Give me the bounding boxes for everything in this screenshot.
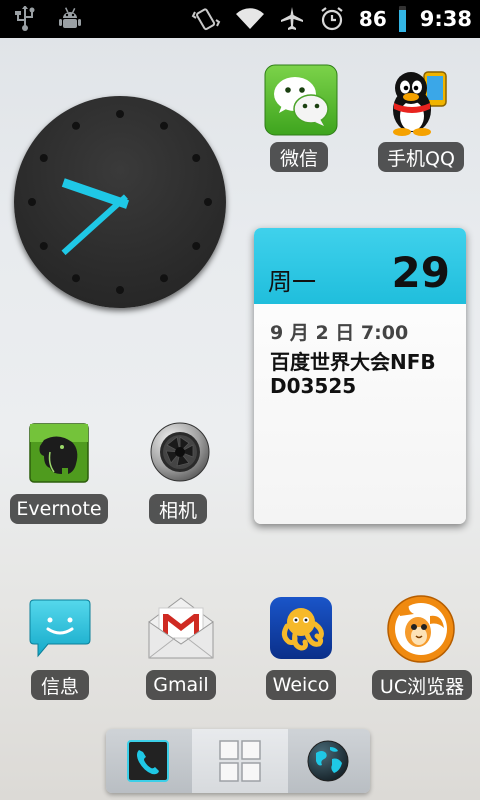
calendar-weekday: 周一 — [268, 268, 316, 296]
dock-browser-button[interactable] — [288, 729, 370, 793]
clock-tick — [116, 110, 124, 118]
camera-lens-icon — [149, 421, 211, 487]
clock-face — [28, 110, 212, 294]
clock-tick — [28, 198, 36, 206]
wifi-icon — [235, 7, 265, 31]
calendar-widget[interactable]: 周一 29 9 月 2 日 7:00 百度世界大会NFBD03525 — [254, 228, 466, 524]
clock-tick — [204, 198, 212, 206]
alarm-icon — [319, 6, 345, 32]
airplane-icon — [279, 6, 305, 32]
clock-minute-hand — [61, 194, 128, 256]
messages-icon — [28, 598, 92, 664]
gmail-envelope-icon — [147, 596, 215, 666]
dock-phone-button[interactable] — [106, 729, 192, 793]
clock-tick — [72, 274, 80, 283]
wechat-icon — [264, 64, 338, 140]
qq-penguin-icon — [386, 66, 450, 140]
clock-tick — [192, 242, 201, 250]
app-evernote[interactable]: Evernote — [8, 420, 112, 526]
app-weico[interactable]: Weico — [264, 594, 340, 702]
dock-bar — [106, 729, 370, 793]
uc-browser-squirrel-icon — [386, 594, 456, 668]
clock-tick — [192, 154, 201, 162]
clock-tick — [116, 286, 124, 294]
app-label-evernote: Evernote — [10, 494, 108, 524]
app-label-wechat: 微信 — [270, 142, 328, 172]
browser-globe-icon — [306, 739, 350, 787]
android-debug-icon — [58, 7, 82, 31]
app-label-camera: 相机 — [149, 494, 207, 524]
status-bar: 86 9:38 — [0, 0, 480, 38]
app-wechat[interactable]: 微信 — [262, 62, 342, 176]
clock-tick — [39, 242, 48, 250]
app-qq[interactable]: 手机QQ — [376, 62, 466, 176]
app-gmail[interactable]: Gmail — [144, 594, 220, 702]
dock-all-apps-button[interactable] — [192, 729, 288, 793]
calendar-date: 29 — [391, 248, 450, 297]
app-uc-browser[interactable]: UC浏览器 — [368, 594, 474, 702]
battery-percent: 86 — [358, 7, 387, 31]
clock-tick — [39, 154, 48, 162]
phone-icon — [126, 739, 170, 787]
app-messages[interactable]: 信息 — [24, 594, 100, 702]
calendar-event-title: 百度世界大会NFBD03525 — [270, 350, 436, 398]
clock-tick — [160, 274, 168, 283]
app-camera[interactable]: 相机 — [140, 420, 220, 526]
weico-octopus-icon — [269, 596, 333, 664]
app-label-messages: 信息 — [31, 670, 89, 700]
app-label-gmail: Gmail — [146, 670, 216, 700]
calendar-header: 周一 29 — [254, 228, 466, 304]
analog-clock-widget[interactable] — [14, 96, 226, 308]
app-label-weico: Weico — [266, 670, 336, 700]
evernote-elephant-icon — [28, 422, 90, 488]
status-time: 9:38 — [419, 7, 472, 31]
vibrate-icon — [191, 6, 221, 32]
usb-icon — [14, 6, 36, 32]
clock-tick — [72, 121, 80, 130]
app-label-qq: 手机QQ — [378, 142, 464, 172]
clock-tick — [160, 121, 168, 130]
all-apps-icon — [218, 739, 262, 787]
battery-icon — [398, 6, 406, 32]
calendar-event-time: 9 月 2 日 7:00 — [270, 322, 409, 344]
app-label-uc-browser: UC浏览器 — [372, 670, 472, 700]
